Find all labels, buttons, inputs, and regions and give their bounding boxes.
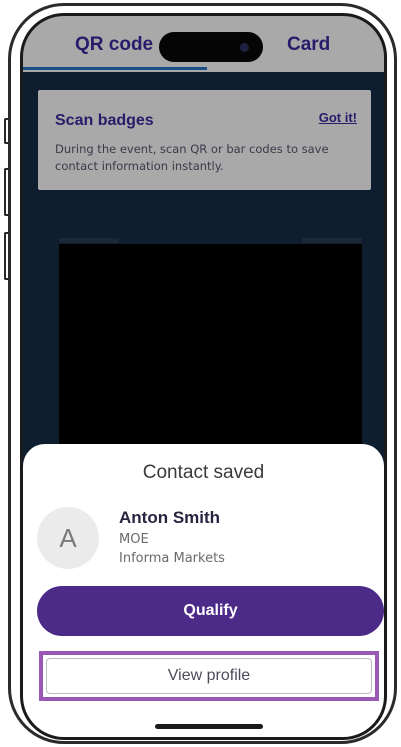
banner-title: Scan badges <box>55 112 154 129</box>
scan-badges-banner: Scan badges Got it! During the event, sc… <box>38 90 371 190</box>
qualify-button[interactable]: Qualify <box>37 586 384 636</box>
contact-role: MOE <box>119 532 149 547</box>
contact-name: Anton Smith <box>119 508 221 527</box>
home-indicator[interactable] <box>155 724 263 729</box>
phone-screen: QR code Card Scan badges Got it! During … <box>20 13 387 740</box>
camera-viewfinder <box>59 244 362 474</box>
front-camera-icon <box>240 43 249 52</box>
view-profile-button[interactable]: View profile <box>46 658 372 694</box>
avatar: A <box>37 507 99 569</box>
viewfinder-corner-left <box>59 238 119 243</box>
tab-qr-code[interactable]: QR code <box>75 34 153 56</box>
contact-company: Informa Markets <box>119 551 225 566</box>
tab-card[interactable]: Card <box>287 34 330 56</box>
contact-saved-sheet: Contact saved A Anton Smith MOE Informa … <box>23 444 384 737</box>
viewfinder-corner-right <box>302 238 362 243</box>
view-profile-highlight: View profile <box>39 651 379 701</box>
avatar-initial: A <box>59 522 77 553</box>
sheet-title: Contact saved <box>142 462 265 483</box>
banner-description: During the event, scan QR or bar codes t… <box>55 142 329 173</box>
got-it-link[interactable]: Got it! <box>319 110 357 125</box>
active-tab-indicator <box>23 67 207 70</box>
